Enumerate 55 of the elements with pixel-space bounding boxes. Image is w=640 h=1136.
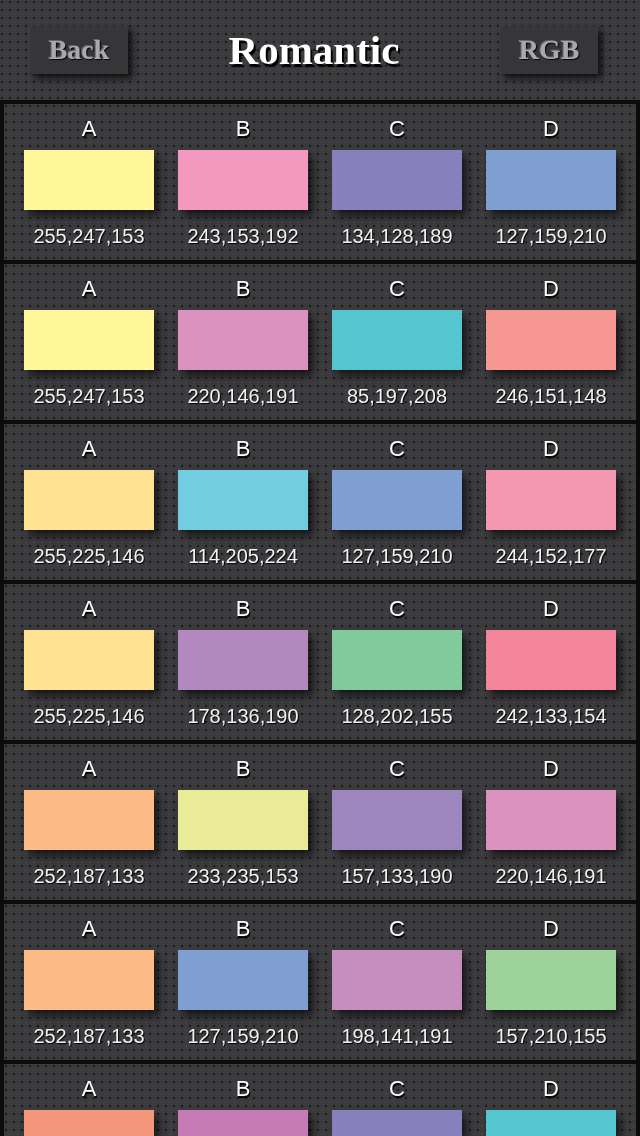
rgb-value: 85,197,208 (346, 384, 448, 408)
swatch-letter: A (81, 917, 97, 941)
swatch-letter: A (81, 277, 97, 301)
swatch-letter: A (81, 437, 97, 461)
swatch-letter: A (81, 597, 97, 621)
swatch-letter: C (389, 437, 405, 461)
swatch-letter: D (543, 597, 559, 621)
rgb-button[interactable]: RGB (500, 26, 598, 74)
rgb-value: 157,210,155 (495, 1024, 607, 1048)
swatch-letter: C (389, 117, 405, 141)
swatch-letter: A (81, 1077, 97, 1101)
rgb-value: 157,133,190 (341, 864, 453, 888)
swatch-letter: A (81, 757, 97, 781)
swatch-letter: C (389, 917, 405, 941)
rgb-value: 134,128,189 (341, 224, 453, 248)
swatch-letter: B (235, 917, 251, 941)
swatch-letter: D (543, 1077, 559, 1101)
back-button[interactable]: Back (30, 26, 128, 74)
rgb-value: 242,133,154 (495, 704, 607, 728)
swatch-letter: A (81, 117, 97, 141)
swatch-letter: D (543, 117, 559, 141)
swatch-letter: C (389, 757, 405, 781)
swatch-letter: C (389, 277, 405, 301)
rgb-value: 128,202,155 (341, 704, 453, 728)
rgb-value: 246,151,148 (495, 384, 607, 408)
swatch-letter: B (235, 437, 251, 461)
swatch-letter: B (235, 277, 251, 301)
rgb-value: 244,152,177 (495, 544, 607, 568)
rgb-value: 255,247,153 (33, 224, 145, 248)
swatch-letter: C (389, 1077, 405, 1101)
swatch-letter: D (543, 277, 559, 301)
swatch-letter: D (543, 757, 559, 781)
swatch-letter: B (235, 1077, 251, 1101)
swatch-letter: B (235, 597, 251, 621)
rgb-value: 252,187,133 (33, 1024, 145, 1048)
rgb-value: 220,146,191 (495, 864, 607, 888)
rgb-value: 233,235,153 (187, 864, 299, 888)
rgb-value: 178,136,190 (187, 704, 299, 728)
screen-title: Romantic (228, 26, 400, 74)
rgb-value: 127,159,210 (187, 1024, 299, 1048)
rgb-value: 255,225,146 (33, 704, 145, 728)
swatch-letter: B (235, 757, 251, 781)
rgb-value: 127,159,210 (341, 544, 453, 568)
swatch-letter: B (235, 117, 251, 141)
swatch-letter: D (543, 437, 559, 461)
rgb-value: 127,159,210 (495, 224, 607, 248)
swatch-letter: C (389, 597, 405, 621)
rgb-value: 114,205,224 (188, 544, 298, 568)
swatch-letter: D (543, 917, 559, 941)
rgb-value: 243,153,192 (187, 224, 299, 248)
rgb-value: 198,141,191 (341, 1024, 453, 1048)
rgb-value: 255,247,153 (33, 384, 145, 408)
rgb-value: 252,187,133 (33, 864, 145, 888)
rgb-value: 255,225,146 (33, 544, 145, 568)
rgb-value: 220,146,191 (187, 384, 299, 408)
